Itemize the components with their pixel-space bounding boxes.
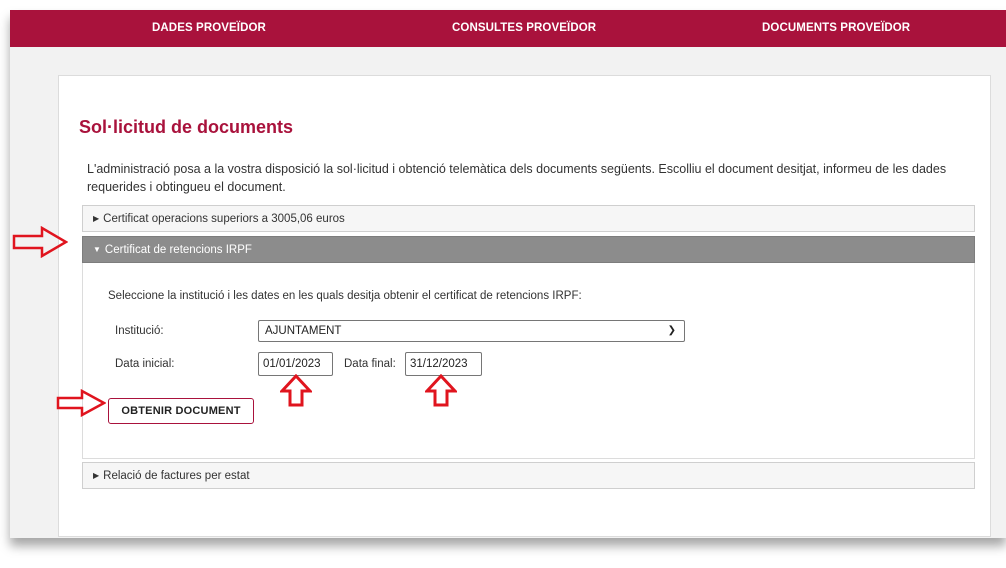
browser-frame: DADES PROVEÏDOR CONSULTES PROVEÏDOR DOCU… xyxy=(10,10,1006,538)
accordion-label: Certificat de retencions IRPF xyxy=(104,244,252,256)
arrow-up-icon xyxy=(280,374,312,407)
arrow-up-icon xyxy=(425,374,457,407)
nav-documents-proveidor[interactable]: DOCUMENTS PROVEÏDOR xyxy=(762,10,910,47)
data-final-label: Data final: xyxy=(344,358,396,370)
accordion-label: Relació de factures per estat xyxy=(103,470,250,482)
accordion-certificat-operacions[interactable]: ▶ Certificat operacions superiors a 3005,… xyxy=(82,205,975,232)
triangle-right-icon: ▶ xyxy=(93,214,100,223)
content-card: Sol·licitud de documents L'administració… xyxy=(58,75,991,537)
institucio-selected-value: AJUNTAMENT xyxy=(265,325,342,337)
chevron-down-icon: ❯ xyxy=(667,325,676,336)
accordion-relacio-factures[interactable]: ▶ Relació de factures per estat xyxy=(82,462,975,489)
intro-text: L'administració posa a la vostra disposi… xyxy=(87,162,947,194)
obtenir-document-button[interactable]: OBTENIR DOCUMENT xyxy=(108,398,254,424)
top-navigation-bar: DADES PROVEÏDOR CONSULTES PROVEÏDOR DOCU… xyxy=(10,10,1006,47)
accordion-certificat-irpf[interactable]: ▼ Certificat de retencions IRPF xyxy=(82,236,975,263)
institucio-select[interactable]: AJUNTAMENT ❯ xyxy=(258,320,685,342)
nav-dades-proveidor[interactable]: DADES PROVEÏDOR xyxy=(152,10,266,47)
page-title: Sol·licitud de documents xyxy=(79,117,294,137)
instruction-text: Seleccione la institució i les dates en … xyxy=(108,290,582,302)
data-final-input[interactable]: 31/12/2023 xyxy=(405,352,482,376)
accordion-label: Certificat operacions superiors a 3005,0… xyxy=(103,213,345,225)
triangle-down-icon: ▼ xyxy=(93,245,101,254)
accordion-irpf-panel: Seleccione la institució i les dates en … xyxy=(82,263,975,459)
nav-consultes-proveidor[interactable]: CONSULTES PROVEÏDOR xyxy=(452,10,596,47)
data-inicial-input[interactable]: 01/01/2023 xyxy=(258,352,333,376)
arrow-right-icon xyxy=(56,389,106,417)
institucio-label: Institució: xyxy=(115,325,164,337)
data-inicial-label: Data inicial: xyxy=(115,358,175,370)
triangle-right-icon: ▶ xyxy=(93,471,100,480)
arrow-right-icon xyxy=(12,226,68,258)
